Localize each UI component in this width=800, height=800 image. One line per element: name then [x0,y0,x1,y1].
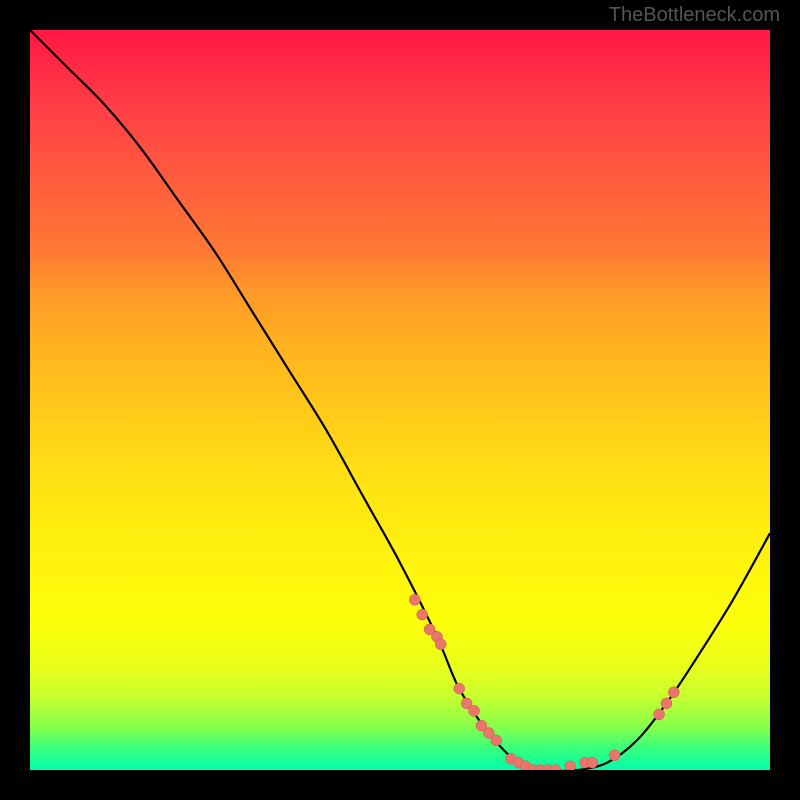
data-point [409,594,420,605]
plot-area [30,30,770,770]
data-point [587,757,598,768]
data-point [469,705,480,716]
data-point [609,750,620,761]
data-point [550,765,561,771]
bottleneck-curve [30,30,770,770]
chart-svg [30,30,770,770]
highlight-dots [409,594,679,770]
data-point [454,683,465,694]
watermark-text: TheBottleneck.com [609,4,780,27]
data-point [417,609,428,620]
data-point [435,639,446,650]
data-point [661,698,672,709]
data-point [565,761,576,770]
data-point [654,709,665,720]
data-point [491,735,502,746]
data-point [668,687,679,698]
